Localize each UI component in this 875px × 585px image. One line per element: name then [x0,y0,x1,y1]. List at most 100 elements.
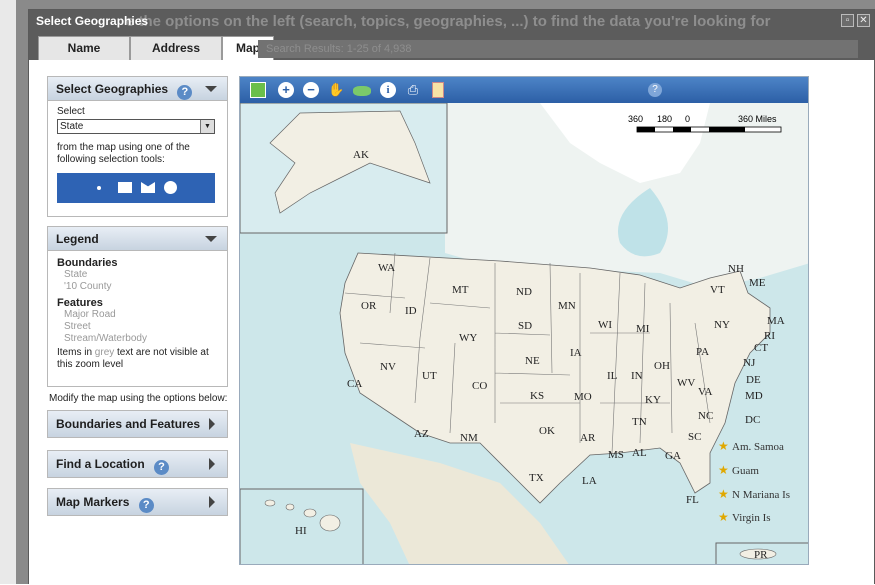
state-label: WI [598,319,612,331]
state-label: ME [749,277,766,289]
modify-map-text: Modify the map using the options below: [49,393,228,404]
help-icon[interactable]: ? [138,498,154,513]
scale-label: 360 Miles [738,114,777,124]
state-label: AR [580,432,596,444]
state-label: MN [558,300,576,312]
state-label: VT [710,284,725,296]
boundaries-heading: Boundaries [57,257,118,269]
close-icon[interactable]: ✕ [857,14,870,27]
geography-type-select[interactable]: State ▼ [57,119,215,134]
state-label: MO [574,391,592,403]
expand-icon[interactable] [209,418,215,430]
state-label: MS [608,449,624,461]
state-label: TX [529,472,544,484]
state-label: RI [764,330,775,342]
state-label: LA [582,475,597,487]
legend-panel: Legend Boundaries State '10 County Featu… [47,226,228,387]
state-label: PA [696,346,709,358]
help-icon[interactable]: ? [154,460,170,475]
find-location-panel[interactable]: Find a Location ? [47,450,228,478]
state-label: MT [452,284,469,296]
star-icon: ★ [718,439,729,453]
features-heading: Features [57,297,103,309]
map-help-icon[interactable]: ? [648,83,662,97]
state-label: AL [632,447,647,459]
state-label: WV [677,377,695,389]
help-icon[interactable]: ? [177,85,193,100]
background-hint-text: e the options on the left (search, topic… [126,13,771,30]
point-tool-icon[interactable] [97,186,101,190]
state-label: KS [530,390,544,402]
state-label: PR [754,549,768,561]
us-map[interactable]: 360 180 0 360 Miles WA OR ID MT ND MN SD… [240,103,809,565]
territory-label: Virgin Is [732,512,771,524]
tab-address[interactable]: Address [130,36,222,60]
state-label: NE [525,355,540,367]
restore-icon[interactable]: ▫ [841,14,854,27]
map-viewer[interactable]: + − ✋ i ⎙ ? 360 180 0 360 Miles WA OR ID… [239,76,809,565]
full-extent-icon[interactable] [353,86,371,96]
rectangle-tool-icon[interactable] [118,182,132,193]
state-label: IL [607,370,618,382]
map-markers-panel[interactable]: Map Markers ? [47,488,228,516]
search-results-bar: Search Results: 1-25 of 4,938 [258,40,858,58]
state-label: NJ [743,357,756,369]
scale-label: 0 [685,114,690,124]
state-label: AK [353,149,369,161]
tab-row: Name Address Map Search Results: 1-25 of… [29,34,874,60]
selection-instructions: from the map using one of the following … [57,142,190,165]
state-label: MI [636,323,650,335]
map-markers-title: Map Markers [56,495,130,509]
export-icon[interactable] [432,82,444,98]
territory-label: N Mariana Is [732,489,790,501]
dialog-title: Select Geographies [36,14,149,28]
select-geographies-header[interactable]: Select Geographies ? [48,77,227,101]
zoom-in-icon[interactable]: + [278,82,294,98]
legend-title: Legend [56,232,99,246]
legend-header[interactable]: Legend [48,227,227,251]
select-label: Select [57,106,85,117]
state-label: IA [570,347,582,359]
circle-tool-icon[interactable] [164,181,177,194]
state-label: SC [688,431,701,443]
state-label: CA [347,378,362,390]
scale-label: 180 [657,114,672,124]
state-label: AZ [414,428,429,440]
find-location-title: Find a Location [56,457,145,471]
legend-item-stream: Stream/Waterbody [64,333,147,344]
select-tool-icon[interactable] [250,82,266,98]
selection-tools-bar [57,173,215,203]
select-geographies-dialog: e the options on the left (search, topic… [28,9,875,585]
state-label: OK [539,425,555,437]
background-left-strip [0,0,16,584]
expand-icon[interactable] [209,496,215,508]
state-label: DC [745,414,760,426]
boundaries-features-panel[interactable]: Boundaries and Features [47,410,228,438]
state-label: NY [714,319,730,331]
state-label: MA [767,315,785,327]
polygon-tool-icon[interactable] [141,182,155,193]
pan-hand-icon[interactable]: ✋ [328,82,344,98]
select-geographies-title: Select Geographies [56,82,169,96]
collapse-icon[interactable] [205,86,217,92]
expand-icon[interactable] [209,458,215,470]
state-label: CO [472,380,487,392]
state-label: NC [698,410,713,422]
map-toolbar: + − ✋ i ⎙ ? [240,77,808,103]
state-label: ND [516,286,532,298]
print-icon[interactable]: ⎙ [405,82,421,98]
state-label: VA [698,386,713,398]
state-label: CT [754,342,768,354]
legend-item-major-road: Major Road [64,309,116,320]
territory-label: Guam [732,465,759,477]
info-icon[interactable]: i [380,82,396,98]
zoom-out-icon[interactable]: − [303,82,319,98]
state-label: NH [728,263,744,275]
state-label: IN [631,370,643,382]
collapse-icon[interactable] [205,236,217,242]
state-label: TN [632,416,647,428]
legend-note: Items in grey text are not visible at th… [57,347,209,370]
dropdown-arrow-icon[interactable]: ▼ [200,120,214,133]
tab-name[interactable]: Name [38,36,130,60]
select-value: State [60,121,84,132]
